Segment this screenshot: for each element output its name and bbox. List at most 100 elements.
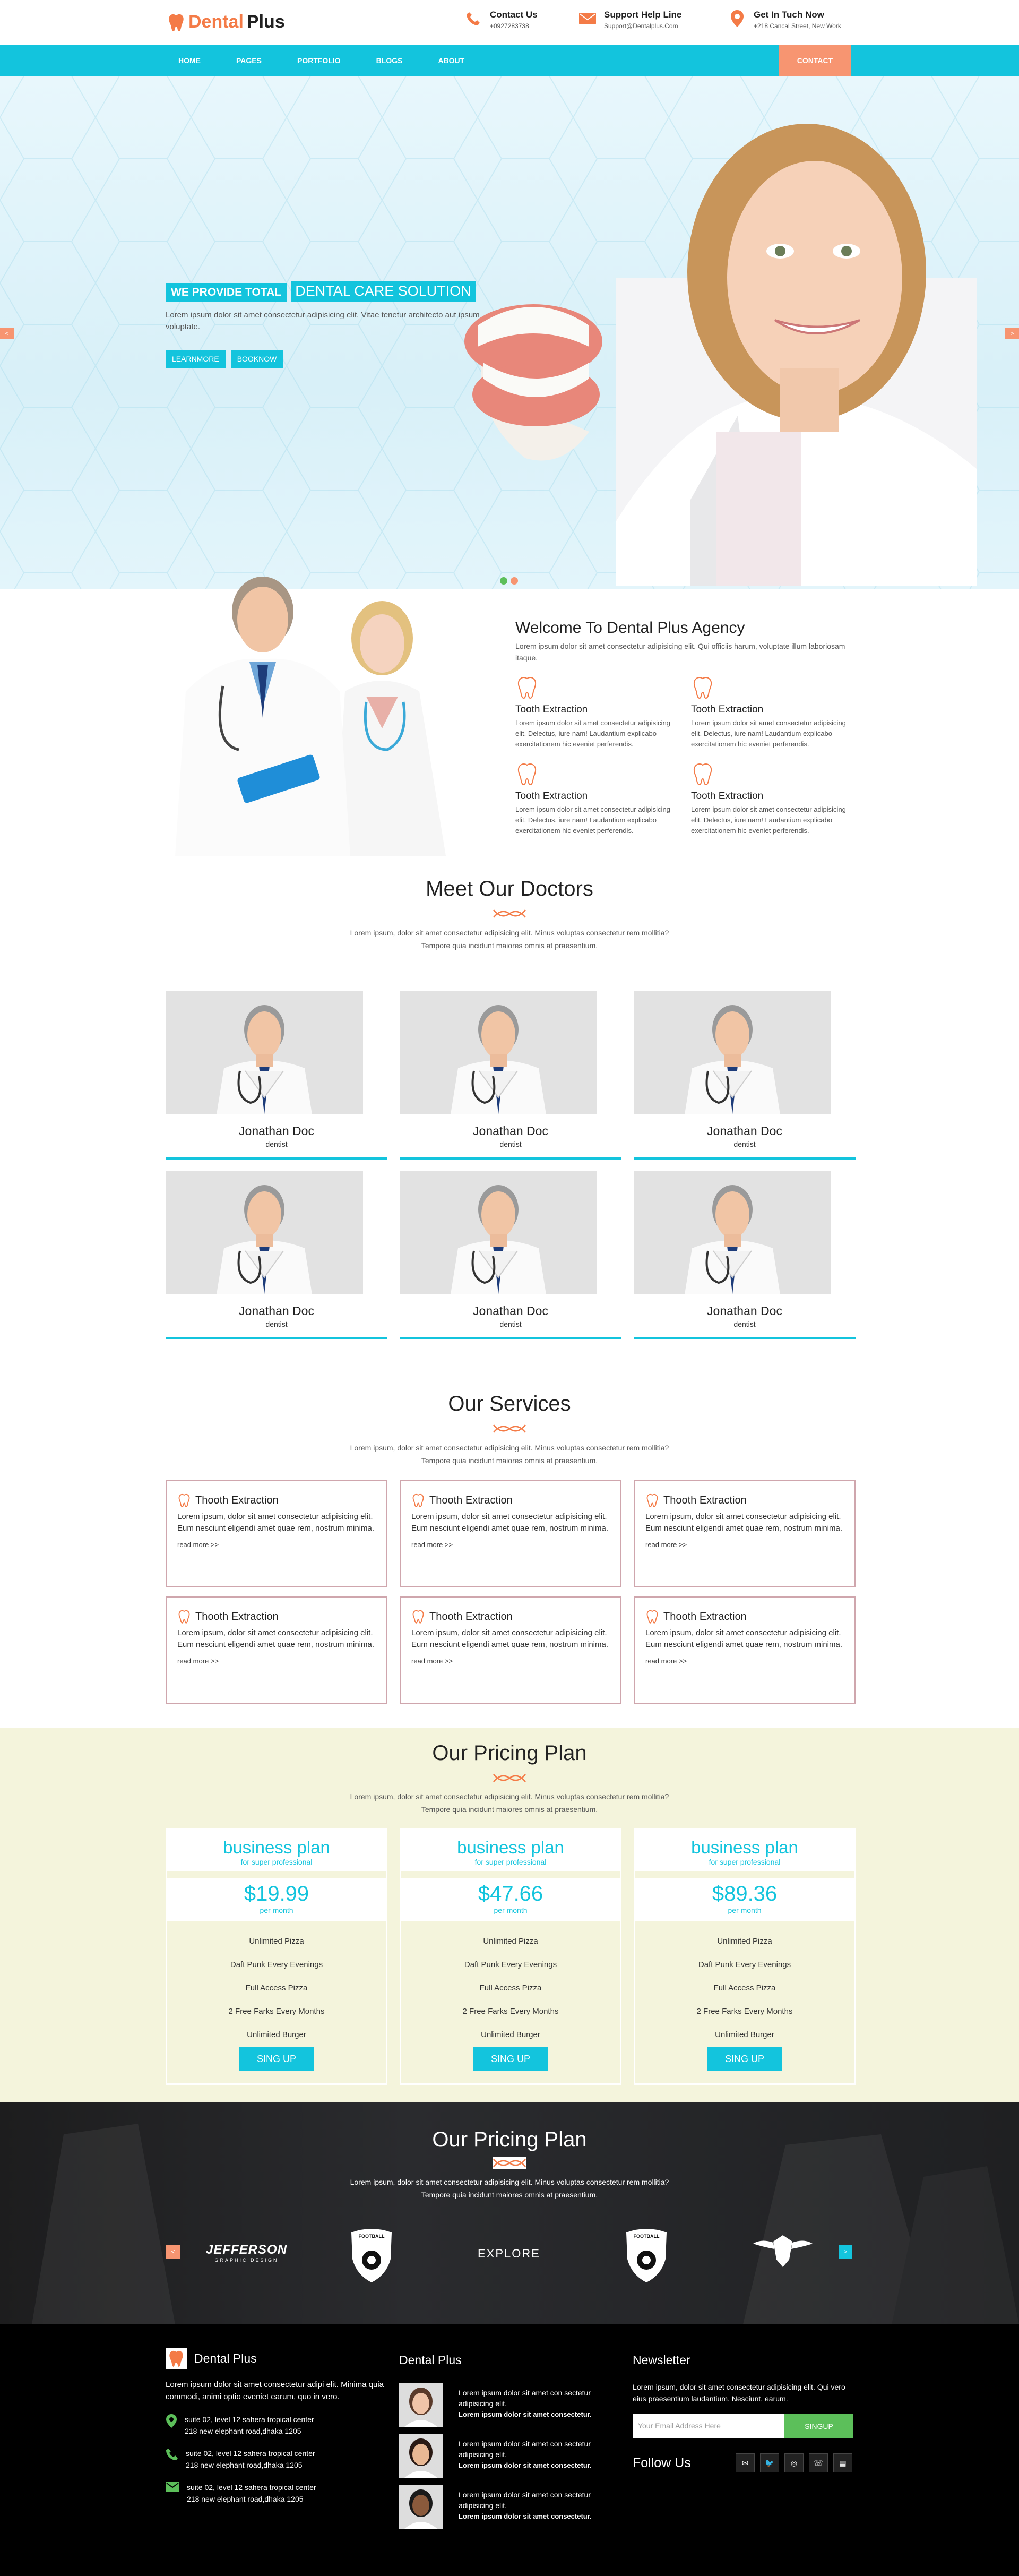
footer-post[interactable]: Lorem ipsum dolor sit amet con sectetur … <box>399 2434 622 2478</box>
learn-more-button[interactable]: LEARNMORE <box>166 350 226 368</box>
nav-contact-button[interactable]: CONTACT <box>779 45 851 76</box>
hero-prev-arrow[interactable]: < <box>0 328 14 339</box>
nav-blogs[interactable]: BLOGS <box>376 45 403 76</box>
plan-feature: Full Access Pizza <box>479 1983 542 1993</box>
address-line1: suite 02, level 12 sahera tropical cente… <box>185 2415 314 2424</box>
doctor-role: dentist <box>265 1320 288 1328</box>
plan-feature: Unlimited Pizza <box>249 1937 304 1946</box>
tooth-outline-icon <box>517 677 537 699</box>
footer-post[interactable]: Lorem ipsum dolor sit amet con sectetur … <box>399 2383 622 2427</box>
doctor-photo-image <box>166 1171 363 1294</box>
tooth-outline-icon <box>646 1493 658 1507</box>
address-line2: 218 new elephant road,dhaka 1205 <box>186 2461 303 2469</box>
hero-caption: WE PROVIDE TOTAL DENTAL CARE SOLUTION Lo… <box>166 281 511 368</box>
hero-next-arrow[interactable]: > <box>1005 328 1019 339</box>
service-title-text: Thooth Extraction <box>663 1494 747 1506</box>
read-more-link[interactable]: read more >> <box>177 1657 376 1665</box>
plan-feature-list: Unlimited Pizza Daft Punk Every Evenings F… <box>635 1930 854 2047</box>
skype-social-icon[interactable]: ☏ <box>809 2453 828 2472</box>
doctor-card[interactable]: Jonathan Doc dentist <box>400 1171 621 1352</box>
address-line2: 218 new elephant road,dhaka 1205 <box>187 2495 304 2503</box>
doctors-desc-line2: Tempore quia incidunt maiores omnis at p… <box>421 941 598 950</box>
doctor-card[interactable]: Jonathan Doc dentist <box>166 991 387 1172</box>
plan-feature-list: Unlimited Pizza Daft Punk Every Evenings F… <box>167 1930 386 2047</box>
partner-logo-football[interactable]: FOOTBALL <box>343 2227 400 2287</box>
service-title: Thooth Extraction <box>177 1493 376 1508</box>
tooth-outline-icon <box>693 763 712 786</box>
doctors-desc: Lorem ipsum, dolor sit amet consectetur … <box>0 926 1019 952</box>
support-email[interactable]: Support@Dentalplus.Com <box>604 22 681 30</box>
slider-dot-2[interactable] <box>511 577 518 585</box>
footer-about-title: Dental Plus <box>194 2351 257 2365</box>
read-more-link[interactable]: read more >> <box>645 1657 844 1665</box>
contact-phone[interactable]: +0927283738 <box>490 22 538 30</box>
feature-title: Tooth Extraction <box>691 791 764 802</box>
footer-newsletter: Newsletter Lorem ipsum, dolor sit amet c… <box>633 2353 856 2472</box>
service-card: Thooth Extraction Lorem ipsum, dolor sit … <box>400 1480 621 1587</box>
read-more-link[interactable]: read more >> <box>645 1541 844 1549</box>
main-nav: HOME PAGES PORTFOLIO BLOGS ABOUT CONTACT <box>0 45 1019 76</box>
tooth-outline-icon <box>178 1493 190 1507</box>
doctor-role: dentist <box>499 1140 522 1148</box>
plan-feature: Unlimited Pizza <box>717 1937 772 1946</box>
service-text: Lorem ipsum, dolor sit amet consectetur … <box>645 1628 843 1649</box>
linkedin-social-icon[interactable]: ▦ <box>833 2453 852 2472</box>
twitter-social-icon[interactable]: 🐦 <box>760 2453 779 2472</box>
partners-next-arrow[interactable]: > <box>839 2245 852 2259</box>
partner-logo-jefferson[interactable]: JEFFERSON GRAPHIC DESIGN <box>206 2243 287 2263</box>
hero-slider: WE PROVIDE TOTAL DENTAL CARE SOLUTION Lo… <box>0 76 1019 589</box>
plan-period: per month <box>260 1906 293 1914</box>
doctor-card[interactable]: Jonathan Doc dentist <box>166 1171 387 1352</box>
nav-portfolio[interactable]: PORTFOLIO <box>297 45 341 76</box>
feature-text: Lorem ipsum dolor sit amet consectetur a… <box>515 805 670 835</box>
doctor-photo-image <box>634 991 831 1114</box>
plan-feature: Unlimited Burger <box>481 2030 540 2039</box>
tooth-outline-icon <box>412 1493 424 1507</box>
book-now-button[interactable]: BOOKNOW <box>230 350 283 368</box>
doctor-card[interactable]: Jonathan Doc dentist <box>634 991 856 1172</box>
doctor-photo-image <box>400 991 597 1114</box>
plan-price: $19.99 <box>244 1882 309 1905</box>
post-person-image <box>399 2434 443 2478</box>
nav-home[interactable]: HOME <box>178 45 201 76</box>
services-desc-line1: Lorem ipsum, dolor sit amet consectetur … <box>350 1444 669 1452</box>
doctor-name: Jonathan Doc <box>707 1304 782 1318</box>
feature-item: Tooth Extraction Lorem ipsum dolor sit a… <box>515 762 680 836</box>
email-social-icon[interactable]: ✉ <box>736 2453 755 2472</box>
post-excerpt: Lorem ipsum dolor sit amet con sectetur … <box>459 2440 591 2459</box>
plan-signup-button[interactable]: SING UP <box>707 2047 782 2071</box>
read-more-link[interactable]: read more >> <box>411 1657 610 1665</box>
doctor-card[interactable]: Jonathan Doc dentist <box>400 991 621 1172</box>
read-more-link[interactable]: read more >> <box>411 1541 610 1549</box>
plan-signup-button[interactable]: SING UP <box>473 2047 548 2071</box>
plan-subtitle: for super professional <box>474 1858 547 1866</box>
feature-item: Tooth Extraction Lorem ipsum dolor sit a… <box>691 675 856 750</box>
slider-dot-1[interactable] <box>500 577 507 585</box>
service-text: Lorem ipsum, dolor sit amet consectetur … <box>177 1512 375 1533</box>
newsletter-signup-button[interactable]: SINGUP <box>784 2414 853 2438</box>
nav-about[interactable]: ABOUT <box>438 45 464 76</box>
tooth-outline-icon <box>178 1610 190 1624</box>
footer-post[interactable]: Lorem ipsum dolor sit amet con sectetur … <box>399 2485 622 2529</box>
footer-about: Dental Plus Lorem ipsum dolor sit amet c… <box>166 2348 388 2505</box>
newsletter-email-input[interactable]: Your Email Address Here <box>633 2414 784 2438</box>
nav-pages[interactable]: PAGES <box>236 45 262 76</box>
partner-logo-text: FOOTBALL <box>358 2234 385 2239</box>
doctor-photo-image <box>400 1171 597 1294</box>
doctor-photo <box>634 1171 831 1294</box>
logo[interactable]: Dental Plus <box>167 12 285 32</box>
service-title-text: Thooth Extraction <box>429 1610 513 1622</box>
read-more-link[interactable]: read more >> <box>177 1541 376 1549</box>
partner-logo-explore[interactable]: EXPLORE <box>478 2247 540 2261</box>
footer-posts-title: Dental Plus <box>399 2353 462 2367</box>
pricing-desc-line2: Tempore quia incidunt maiores omnis at p… <box>421 1805 598 1814</box>
footer-posts: Dental Plus Lorem ipsum dolor sit amet c… <box>399 2353 622 2536</box>
plan-signup-button[interactable]: SING UP <box>239 2047 314 2071</box>
doctor-photo-image <box>634 1171 831 1294</box>
doctor-card[interactable]: Jonathan Doc dentist <box>634 1171 856 1352</box>
winged-shield-logo-icon[interactable] <box>751 2230 815 2272</box>
feature-text: Lorem ipsum dolor sit amet consectetur a… <box>691 719 846 748</box>
pinterest-social-icon[interactable]: ◎ <box>784 2453 804 2472</box>
partners-prev-arrow[interactable]: < <box>166 2245 180 2259</box>
partner-logo-football-2[interactable]: FOOTBALL <box>618 2227 675 2287</box>
